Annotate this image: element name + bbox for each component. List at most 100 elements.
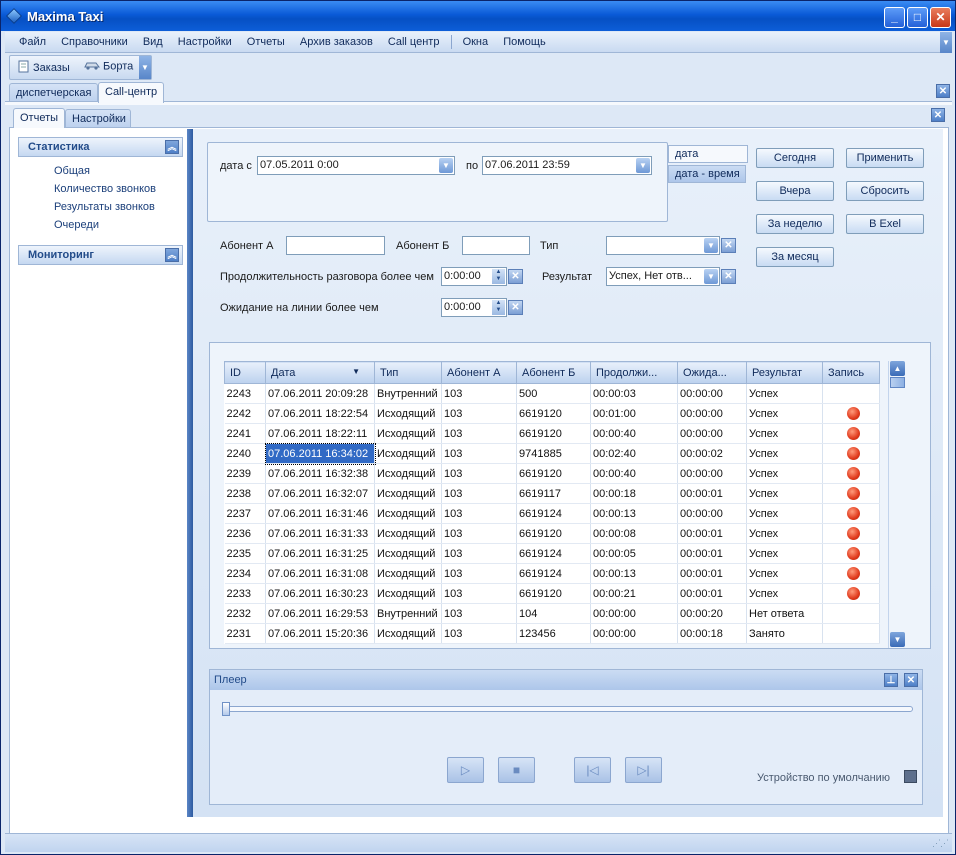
- sidebar-item-queues[interactable]: Очереди: [54, 219, 99, 231]
- close-button[interactable]: ✕: [930, 7, 951, 28]
- week-button[interactable]: За неделю: [756, 214, 834, 234]
- column-header-result[interactable]: Результат: [746, 361, 823, 384]
- menu-order-archive[interactable]: Архив заказов: [294, 32, 379, 52]
- record-play-icon[interactable]: [847, 527, 860, 540]
- cell-wait[interactable]: 00:00:01: [677, 523, 747, 544]
- cell-duration[interactable]: 00:00:00: [590, 623, 678, 644]
- cell-id[interactable]: 2240: [224, 443, 266, 464]
- cell-type[interactable]: Исходящий: [374, 523, 442, 544]
- cell-subscriber-b[interactable]: 6619120: [516, 523, 591, 544]
- cell-wait[interactable]: 00:00:00: [677, 403, 747, 424]
- cell-type[interactable]: Исходящий: [374, 503, 442, 524]
- resize-grip-icon[interactable]: ⋰⋰: [932, 838, 949, 849]
- record-play-icon[interactable]: [847, 467, 860, 480]
- cell-wait[interactable]: 00:00:00: [677, 503, 747, 524]
- cell-result[interactable]: Успех: [746, 543, 823, 564]
- spinner-arrows-icon[interactable]: ▲ ▼: [492, 269, 505, 284]
- chevron-down-icon[interactable]: ▼: [439, 158, 453, 173]
- tab-call-center[interactable]: Call-центр: [98, 82, 164, 103]
- cell-result[interactable]: Успех: [746, 483, 823, 504]
- cell-type[interactable]: Исходящий: [374, 443, 442, 464]
- menu-help[interactable]: Помощь: [497, 32, 552, 52]
- clear-type-icon[interactable]: ✕: [721, 238, 736, 253]
- save-icon[interactable]: [904, 770, 917, 783]
- sidebar-item-general[interactable]: Общая: [54, 165, 90, 177]
- table-row[interactable]: 2231 07.06.2011 15:20:36 Исходящий 103 12345…: [224, 623, 880, 644]
- cell-duration[interactable]: 00:00:00: [590, 603, 678, 624]
- close-tab-icon[interactable]: ✕: [936, 84, 950, 98]
- cell-result[interactable]: Успех: [746, 403, 823, 424]
- cell-subscriber-b[interactable]: 104: [516, 603, 591, 624]
- cell-id[interactable]: 2236: [224, 523, 266, 544]
- subscriber-a-input[interactable]: [286, 236, 385, 255]
- cell-record[interactable]: [822, 543, 880, 564]
- cell-date[interactable]: 07.06.2011 16:29:53: [265, 603, 375, 624]
- cell-wait[interactable]: 00:00:01: [677, 583, 747, 604]
- table-row[interactable]: 2242 07.06.2011 18:22:54 Исходящий 103 66191…: [224, 403, 880, 424]
- table-row[interactable]: 2236 07.06.2011 16:31:33 Исходящий 103 66191…: [224, 523, 880, 544]
- cell-wait[interactable]: 00:00:01: [677, 563, 747, 584]
- cell-result[interactable]: Успех: [746, 503, 823, 524]
- chevron-down-icon[interactable]: ▼: [704, 269, 718, 284]
- cell-record[interactable]: [822, 503, 880, 524]
- scroll-thumb[interactable]: [890, 377, 905, 388]
- cell-subscriber-a[interactable]: 103: [441, 383, 517, 404]
- orders-button[interactable]: Заказы: [18, 60, 70, 76]
- tab-dispatcher[interactable]: диспетчерская: [9, 83, 98, 102]
- cell-id[interactable]: 2234: [224, 563, 266, 584]
- table-row[interactable]: 2234 07.06.2011 16:31:08 Исходящий 103 66191…: [224, 563, 880, 584]
- cell-duration[interactable]: 00:00:13: [590, 503, 678, 524]
- column-header-type[interactable]: Тип: [374, 361, 442, 384]
- cell-date[interactable]: 07.06.2011 16:32:38: [265, 463, 375, 484]
- boards-button[interactable]: Борта: [84, 60, 133, 73]
- date-to-picker[interactable]: 07.06.2011 23:59 ▼: [482, 156, 652, 175]
- column-header-wait[interactable]: Ожида...: [677, 361, 747, 384]
- tab-reports[interactable]: Отчеты: [13, 108, 65, 128]
- month-button[interactable]: За месяц: [756, 247, 834, 267]
- menu-reports[interactable]: Отчеты: [241, 32, 291, 52]
- table-row[interactable]: 2240 07.06.2011 16:34:02 Исходящий 103 97418…: [224, 442, 880, 465]
- cell-subscriber-a[interactable]: 103: [441, 563, 517, 584]
- result-select[interactable]: Успех, Нет отв... ▼: [606, 267, 720, 286]
- cell-subscriber-b[interactable]: 6619124: [516, 563, 591, 584]
- playback-slider-track[interactable]: [223, 706, 913, 712]
- cell-subscriber-a[interactable]: 103: [441, 483, 517, 504]
- tab-settings[interactable]: Настройки: [65, 109, 131, 128]
- record-play-icon[interactable]: [847, 487, 860, 500]
- cell-result[interactable]: Успех: [746, 383, 823, 404]
- cell-result[interactable]: Успех: [746, 443, 823, 464]
- cell-wait[interactable]: 00:00:00: [677, 463, 747, 484]
- cell-record[interactable]: [822, 523, 880, 544]
- menu-settings[interactable]: Настройки: [172, 32, 238, 52]
- mode-tab-date[interactable]: дата: [668, 145, 748, 163]
- pin-icon[interactable]: ⊥: [884, 673, 898, 687]
- title-bar[interactable]: Maxima Taxi _ □ ✕: [1, 1, 955, 31]
- table-row[interactable]: 2243 07.06.2011 20:09:28 Внутренний 103 500 0…: [224, 383, 880, 404]
- record-play-icon[interactable]: [847, 507, 860, 520]
- column-header-subscriber-a[interactable]: Абонент А: [441, 361, 517, 384]
- table-row[interactable]: 2232 07.06.2011 16:29:53 Внутренний 103 104 0…: [224, 603, 880, 624]
- cell-wait[interactable]: 00:00:18: [677, 623, 747, 644]
- cell-date[interactable]: 07.06.2011 20:09:28: [265, 383, 375, 404]
- table-row[interactable]: 2241 07.06.2011 18:22:11 Исходящий 103 66191…: [224, 423, 880, 444]
- scroll-up-icon[interactable]: ▲: [890, 361, 905, 376]
- cell-date[interactable]: 07.06.2011 18:22:11: [265, 423, 375, 444]
- cell-type[interactable]: Исходящий: [374, 463, 442, 484]
- excel-button[interactable]: В Exel: [846, 214, 924, 234]
- cell-subscriber-b[interactable]: 6619120: [516, 583, 591, 604]
- clear-wait-icon[interactable]: ✕: [508, 300, 523, 315]
- column-header-subscriber-b[interactable]: Абонент Б: [516, 361, 591, 384]
- cell-subscriber-a[interactable]: 103: [441, 403, 517, 424]
- cell-subscriber-b[interactable]: 6619124: [516, 503, 591, 524]
- cell-subscriber-a[interactable]: 103: [441, 523, 517, 544]
- cell-id[interactable]: 2233: [224, 583, 266, 604]
- cell-record[interactable]: [822, 463, 880, 484]
- table-row[interactable]: 2233 07.06.2011 16:30:23 Исходящий 103 66191…: [224, 583, 880, 604]
- column-header-duration[interactable]: Продолжи...: [590, 361, 678, 384]
- cell-id[interactable]: 2239: [224, 463, 266, 484]
- cell-record[interactable]: [822, 563, 880, 584]
- cell-date[interactable]: 07.06.2011 16:31:33: [265, 523, 375, 544]
- menu-windows[interactable]: Окна: [457, 32, 495, 52]
- cell-result[interactable]: Успех: [746, 523, 823, 544]
- spinner-arrows-icon[interactable]: ▲ ▼: [492, 300, 505, 315]
